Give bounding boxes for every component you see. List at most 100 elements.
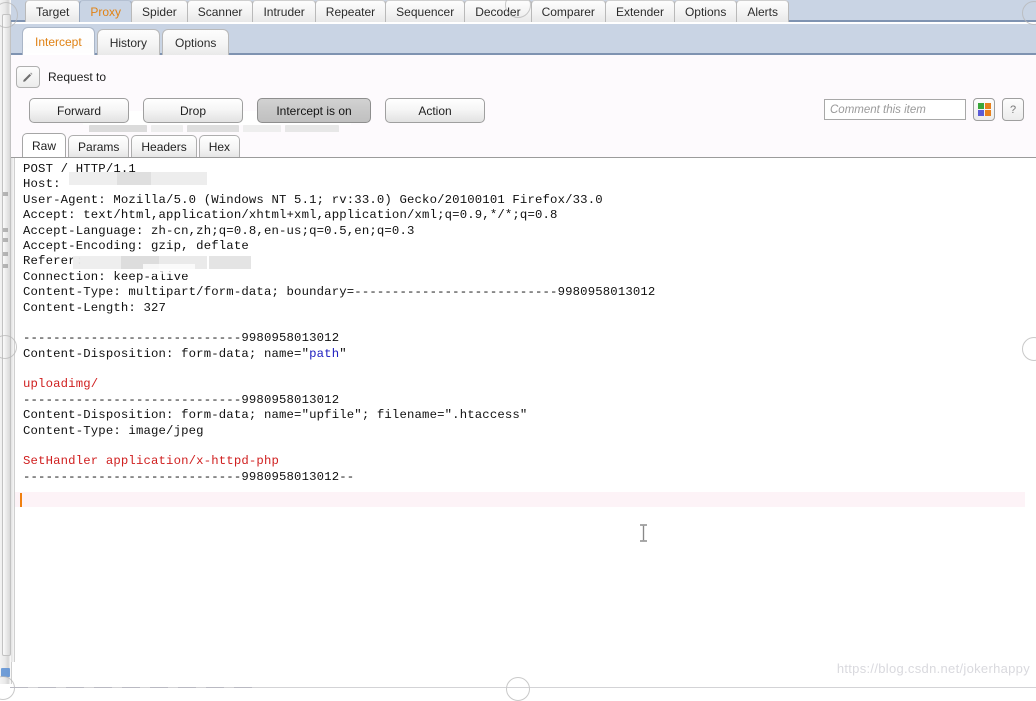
main-tab-label: Alerts <box>747 4 779 19</box>
proxy-tab-history[interactable]: History <box>96 29 161 55</box>
button-label: Forward <box>56 103 101 118</box>
main-tab-extender[interactable]: Extender <box>604 0 675 22</box>
request-line: Content-Disposition: form-data; name="up… <box>23 408 528 423</box>
view-tab-label: Hex <box>208 139 231 154</box>
main-tab-sequencer[interactable]: Sequencer <box>385 0 466 22</box>
proxy-sub-tab-bar: Intercept History Options <box>11 24 1036 55</box>
view-tab-params[interactable]: Params <box>68 135 130 157</box>
raw-request-editor[interactable]: POST / HTTP/1.1 Host: User-Agent: Mozilla… <box>11 157 1036 662</box>
watermark: https://blog.csdn.net/jokerhappy <box>836 661 1030 676</box>
main-tab-proxy[interactable]: Proxy <box>79 0 133 22</box>
main-tab-label: Comparer <box>541 4 595 19</box>
main-tab-label: Options <box>684 4 727 19</box>
main-tab-scanner[interactable]: Scanner <box>186 0 254 22</box>
proxy-tab-options[interactable]: Options <box>162 29 230 55</box>
redaction-block <box>151 172 209 185</box>
proxy-tab-label: Options <box>175 35 217 50</box>
request-line <box>23 439 1036 454</box>
scrollbar-corner <box>1 668 10 677</box>
main-tab-label: Extender <box>615 4 664 19</box>
burp-suite-window: Target Proxy Spider Scanner Intruder Repeater… <box>0 0 1036 701</box>
main-tab-label: Decoder <box>475 4 521 19</box>
request-line: Content-Type: image/jpeg <box>23 423 204 438</box>
main-tab-label: Sequencer <box>396 4 455 19</box>
text-caret <box>20 493 22 507</box>
swatch-cell-0 <box>977 103 984 109</box>
swatch-cell-3 <box>984 110 991 116</box>
main-tab-spider[interactable]: Spider <box>131 0 188 22</box>
request-line: Content-Length: 327 <box>23 300 167 315</box>
request-line <box>23 362 1036 377</box>
forward-button[interactable]: Forward <box>29 98 129 123</box>
editor-gutter <box>11 158 15 662</box>
redaction-block <box>73 256 121 269</box>
button-label: Drop <box>179 103 206 118</box>
request-line: Content-Type: multipart/form-data; bound… <box>23 285 656 300</box>
view-tab-raw[interactable]: Raw <box>22 133 67 157</box>
redaction-block <box>117 172 151 185</box>
edge-tick <box>3 252 8 256</box>
request-line: uploadimg/ <box>23 377 99 392</box>
request-line <box>23 485 1036 500</box>
request-line: -----------------------------99809580130… <box>23 392 340 407</box>
comment-input[interactable] <box>824 99 966 120</box>
redaction-cover <box>251 254 275 269</box>
main-tab-bar: Target Proxy Spider Scanner Intruder Repeater… <box>11 0 1036 22</box>
button-label: Action <box>418 103 452 118</box>
message-view-tab-bar: Raw Params Headers Hex <box>11 132 1036 157</box>
redaction-cover <box>99 186 161 192</box>
color-swatch-icon[interactable] <box>973 98 995 121</box>
request-line <box>23 316 1036 331</box>
main-tab-alerts[interactable]: Alerts <box>736 0 790 22</box>
proxy-tab-label: History <box>109 35 148 50</box>
main-tab-options[interactable]: Options <box>673 0 738 22</box>
main-tab-decoder[interactable]: Decoder <box>464 0 532 22</box>
button-label: Intercept is on <box>276 103 352 118</box>
request-line: Accept-Encoding: gzip, deflate <box>23 238 249 253</box>
request-line: -----------------------------99809580130… <box>23 469 355 484</box>
redaction-cover <box>143 264 195 274</box>
request-line: Accept-Language: zh-cn,zh;q=0.8,en-us;q=… <box>23 223 415 238</box>
view-tab-headers[interactable]: Headers <box>131 135 197 157</box>
edge-tick <box>3 228 8 232</box>
main-tab-label: Target <box>36 4 70 19</box>
pencil-icon[interactable] <box>16 66 40 88</box>
help-icon[interactable]: ? <box>1002 98 1024 121</box>
redaction-cover <box>207 172 227 185</box>
drop-button[interactable]: Drop <box>143 98 243 123</box>
edge-tick <box>3 238 8 242</box>
main-tab-label: Intruder <box>263 4 305 19</box>
main-tab-repeater[interactable]: Repeater <box>314 0 387 22</box>
request-line: User-Agent: Mozilla/5.0 (Windows NT 5.1;… <box>23 192 603 207</box>
intercept-button-row: Forward Drop Intercept is on Action <box>29 98 485 123</box>
request-to-label: Request to <box>48 70 107 84</box>
scrollbar-thumb[interactable] <box>2 14 11 656</box>
proxy-tab-intercept[interactable]: Intercept <box>22 27 95 55</box>
edge-tick <box>3 192 8 196</box>
view-tab-label: Headers <box>141 139 187 154</box>
comment-and-actions: ? <box>824 98 1024 121</box>
view-tab-label: Raw <box>32 138 57 153</box>
annotation-ring <box>506 677 530 701</box>
main-tab-label: Spider <box>142 4 177 19</box>
request-line: Content-Disposition: form-data; name="pa… <box>23 346 347 361</box>
action-button[interactable]: Action <box>385 98 485 123</box>
request-info-row: Request to <box>16 66 106 88</box>
view-tab-label: Params <box>78 139 120 154</box>
edge-tick <box>3 264 8 268</box>
main-tab-label: Repeater <box>325 4 376 19</box>
swatch-cell-2 <box>977 110 984 116</box>
request-line: Accept: text/html,application/xhtml+xml,… <box>23 208 558 223</box>
main-tab-comparer[interactable]: Comparer <box>530 0 606 22</box>
view-tab-hex[interactable]: Hex <box>198 135 241 157</box>
redaction-block <box>209 256 253 269</box>
intercept-is-on-button[interactable]: Intercept is on <box>257 98 371 123</box>
request-line: SetHandler application/x-httpd-php <box>23 454 279 469</box>
request-raw-text[interactable]: POST / HTTP/1.1 Host: User-Agent: Mozilla… <box>23 162 1036 501</box>
main-tab-target[interactable]: Target <box>25 0 81 22</box>
annotation-baseline-dashed <box>10 687 260 688</box>
request-line: -----------------------------99809580130… <box>23 331 340 346</box>
redaction-block <box>69 172 117 185</box>
main-tab-intruder[interactable]: Intruder <box>252 0 316 22</box>
main-tab-label: Scanner <box>197 4 243 19</box>
